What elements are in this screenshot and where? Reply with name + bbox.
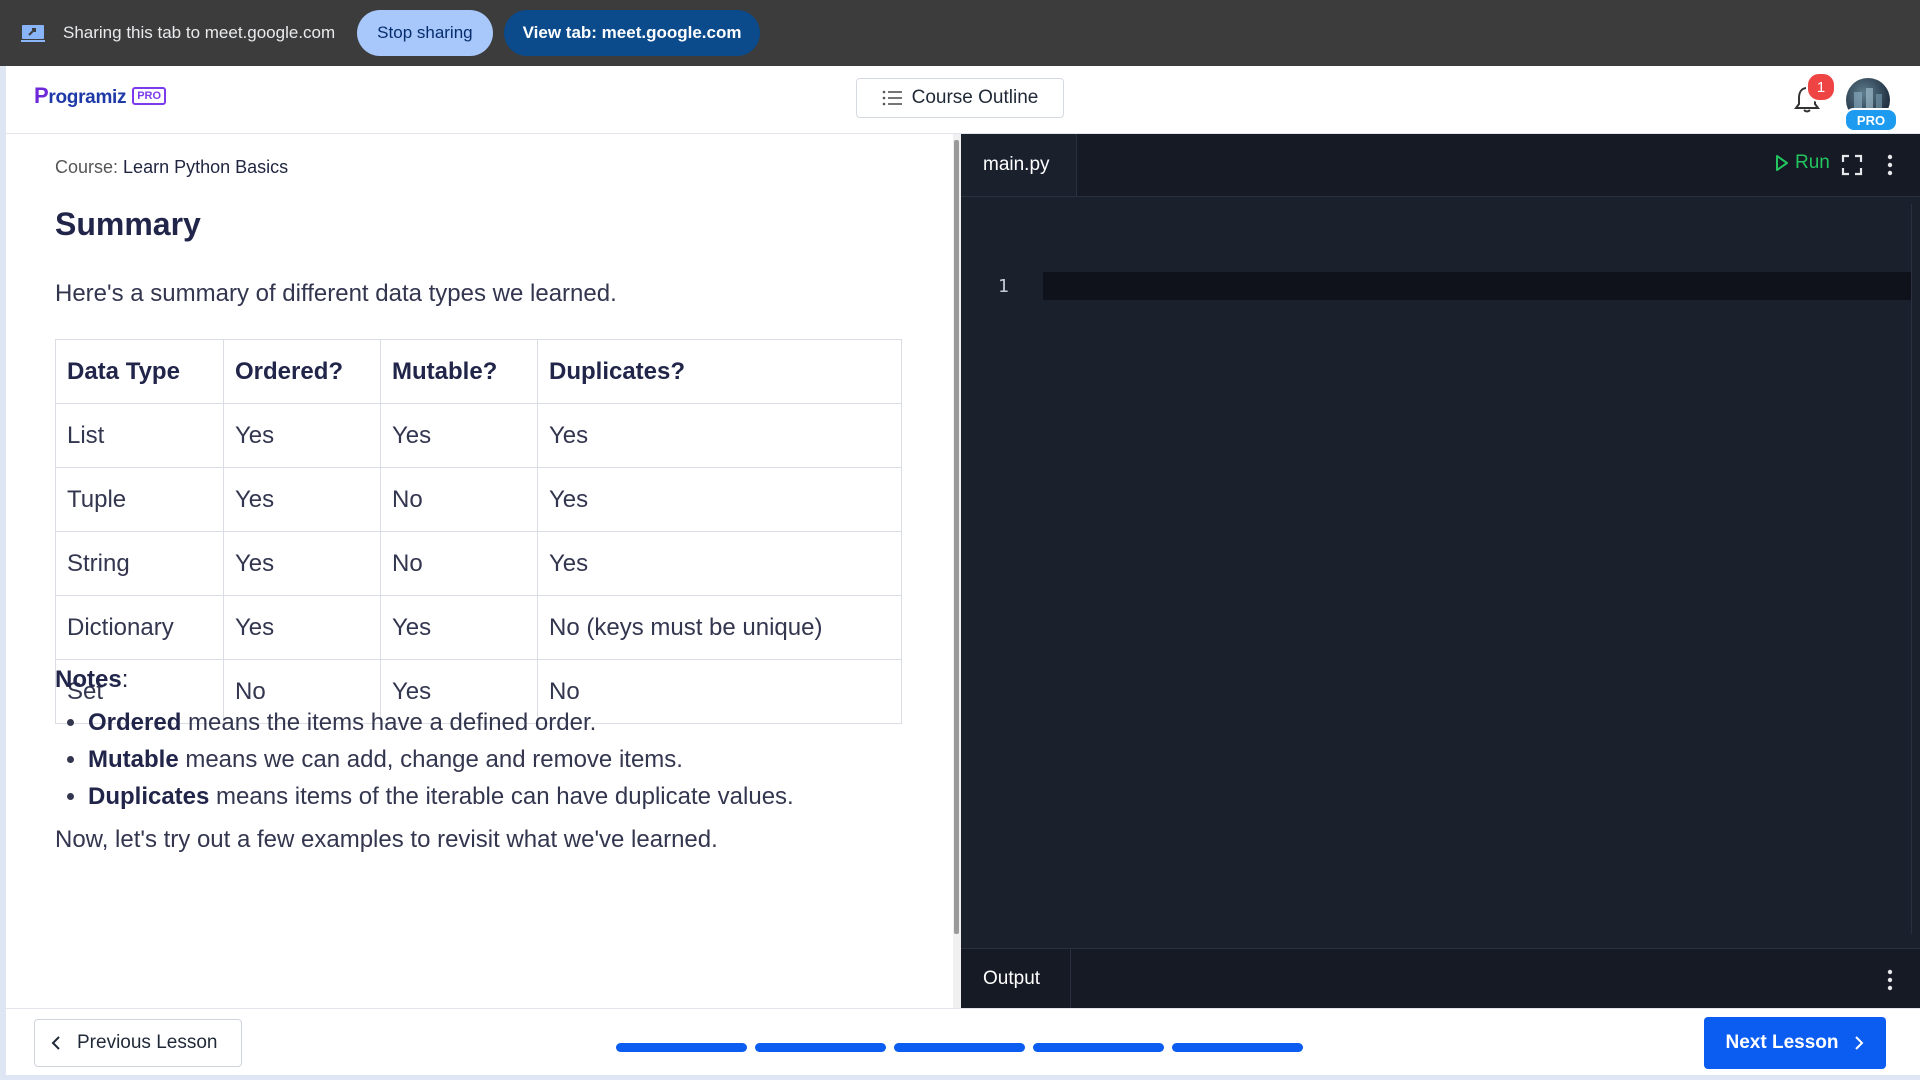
note-text: means items of the iterable can have dup… [209, 783, 794, 810]
note-term: Duplicates [88, 783, 210, 810]
app-window: Programiz PRO Course Outline 1 PRO Cours… [6, 66, 1920, 1075]
programiz-logo[interactable]: Programiz PRO [34, 83, 167, 109]
table-cell: Yes [537, 467, 902, 532]
chevron-right-icon [1855, 1036, 1864, 1050]
outro-text: Now, let's try out a few examples to rev… [55, 826, 718, 853]
notes-heading-colon: : [121, 666, 129, 693]
file-tab-main-py[interactable]: main.py [961, 134, 1077, 196]
table-header-row: Data Type Ordered? Mutable? Duplicates? [55, 339, 902, 404]
progress-segment [894, 1043, 1025, 1052]
progress-segment [1033, 1043, 1164, 1052]
data-types-table: Data Type Ordered? Mutable? Duplicates? … [55, 339, 902, 724]
page-title: Summary [55, 206, 201, 242]
notes-heading-text: Notes [55, 666, 122, 693]
lesson-footer: Previous Lesson Next Lesson [6, 1008, 1920, 1075]
notification-count-badge: 1 [1806, 72, 1836, 102]
progress-segment [1172, 1043, 1303, 1052]
list-item: Mutable means we can add, change and rem… [88, 741, 794, 778]
course-outline-button[interactable]: Course Outline [856, 78, 1064, 118]
more-options-icon[interactable] [1887, 154, 1893, 176]
table-header-cell: Mutable? [380, 339, 538, 404]
notes-heading: Notes: [55, 666, 128, 694]
output-tab[interactable]: Output [961, 949, 1071, 1009]
code-editor: main.py Run 1 Output [961, 134, 1920, 1009]
table-cell: String [55, 531, 224, 596]
screen-share-icon [21, 25, 45, 42]
table-cell: No (keys must be unique) [537, 595, 902, 660]
next-lesson-button[interactable]: Next Lesson [1704, 1017, 1886, 1069]
table-cell: Yes [223, 403, 381, 468]
table-header-cell: Ordered? [223, 339, 381, 404]
run-button[interactable]: Run [1775, 152, 1830, 174]
table-cell: List [55, 403, 224, 468]
lesson-progress [616, 1043, 1303, 1052]
table-row: Tuple Yes No Yes [55, 467, 902, 532]
table-cell: Tuple [55, 467, 224, 532]
progress-segment [616, 1043, 747, 1052]
run-label: Run [1795, 152, 1830, 173]
note-text: means the items have a defined order. [181, 709, 597, 736]
lesson-scrollbar[interactable] [953, 134, 961, 1008]
intro-text: Here's a summary of different data types… [55, 280, 617, 307]
note-text: means we can add, change and remove item… [178, 746, 683, 773]
logo-pro-badge: PRO [132, 87, 167, 105]
top-header: Programiz PRO Course Outline 1 PRO [6, 66, 1920, 134]
progress-segment [755, 1043, 886, 1052]
list-item: Duplicates means items of the iterable c… [88, 778, 794, 815]
table-row: String Yes No Yes [55, 531, 902, 596]
play-icon [1776, 155, 1788, 171]
table-cell: Yes [223, 467, 381, 532]
scrollbar-thumb[interactable] [954, 140, 959, 934]
avatar-pro-badge: PRO [1844, 108, 1898, 132]
logo-text: rogramiz [48, 87, 127, 108]
code-input-line[interactable] [1043, 272, 1920, 300]
course-name: Learn Python Basics [123, 157, 289, 177]
fullscreen-icon[interactable] [1841, 154, 1863, 176]
tab-sharing-bar: Sharing this tab to meet.google.com Stop… [0, 0, 1920, 66]
table-cell: No [380, 467, 538, 532]
previous-lesson-label: Previous Lesson [77, 1032, 218, 1053]
note-term: Ordered [88, 709, 182, 736]
view-tab-button[interactable]: View tab: meet.google.com [503, 10, 761, 56]
course-outline-label: Course Outline [911, 87, 1039, 108]
chevron-left-icon [51, 1036, 60, 1050]
output-more-options-icon[interactable] [1887, 969, 1893, 991]
table-cell: Yes [537, 531, 902, 596]
logo-wordmark: Programiz [34, 83, 127, 109]
table-cell: Yes [537, 403, 902, 468]
note-term: Mutable [88, 746, 179, 773]
table-row: Dictionary Yes Yes No (keys must be uniq… [55, 595, 902, 660]
sharing-message: Sharing this tab to meet.google.com [63, 23, 336, 42]
course-breadcrumb: Course: Learn Python Basics [55, 157, 288, 178]
course-prefix: Course: [55, 157, 119, 177]
next-lesson-label: Next Lesson [1725, 1032, 1839, 1053]
editor-toolbar: main.py Run [961, 134, 1920, 197]
table-cell: Yes [380, 595, 538, 660]
table-cell: Yes [223, 531, 381, 596]
logo-letter: P [34, 83, 49, 108]
output-panel-bar: Output [961, 948, 1920, 1009]
notes-list: Ordered means the items have a defined o… [55, 704, 794, 815]
table-cell: Dictionary [55, 595, 224, 660]
table-cell: Yes [223, 595, 381, 660]
previous-lesson-button[interactable]: Previous Lesson [34, 1019, 242, 1067]
table-row: List Yes Yes Yes [55, 403, 902, 468]
table-cell: No [380, 531, 538, 596]
table-cell: Yes [380, 403, 538, 468]
stop-sharing-button[interactable]: Stop sharing [357, 10, 493, 56]
list-item: Ordered means the items have a defined o… [88, 704, 794, 741]
table-header-cell: Duplicates? [537, 339, 902, 404]
table-header-cell: Data Type [55, 339, 224, 404]
line-number: 1 [998, 276, 1009, 297]
editor-scrollbar[interactable] [1911, 204, 1920, 934]
list-icon [882, 90, 902, 106]
